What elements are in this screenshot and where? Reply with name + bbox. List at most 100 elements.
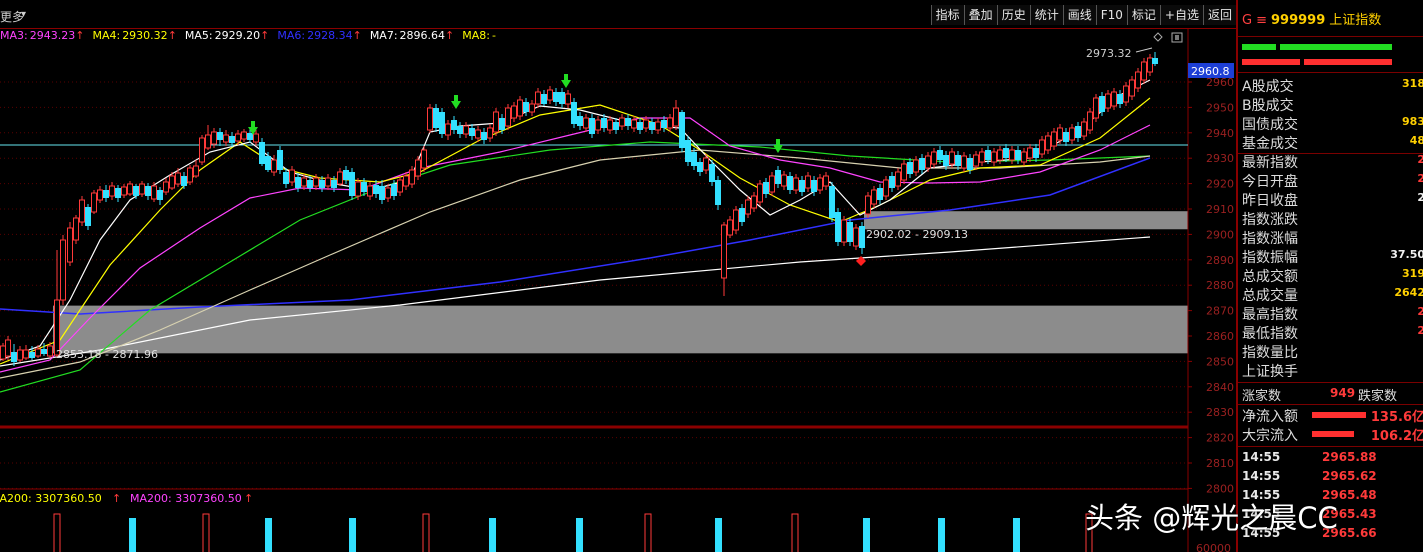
candle-body — [193, 165, 199, 177]
kline-chart[interactable]: 2960295029402930292029102900289028802870… — [0, 0, 1236, 552]
stat-row: 总成交量 2642 — [1242, 285, 1423, 304]
stat-label: 最高指数 — [1242, 307, 1298, 323]
tick-time: 14:55 — [1242, 526, 1281, 540]
stat-row: B股成交 — [1242, 95, 1423, 114]
toolbar-button[interactable]: 返回 — [1202, 5, 1236, 25]
candle-body — [745, 199, 751, 215]
candle-body — [1081, 121, 1087, 137]
candle-body — [883, 179, 889, 197]
candle-body — [931, 151, 937, 165]
price-axis-label: 2810 — [1206, 457, 1234, 470]
toolbar-button[interactable]: 画线 — [1062, 5, 1096, 25]
candle-body — [1123, 85, 1129, 103]
candle-body — [1069, 127, 1075, 141]
up-arrow-icon: ↑ — [112, 492, 121, 505]
candle-body — [739, 208, 745, 222]
stat-label: 今日开盘 — [1242, 174, 1298, 190]
up-arrow-icon: ↑ — [445, 29, 455, 42]
ma-legend-item: MA4: 2930.32↑ — [92, 29, 176, 42]
candle-body — [1087, 111, 1093, 131]
price-axis-label: 2840 — [1206, 381, 1234, 394]
candle-body — [793, 177, 799, 191]
candle-body — [481, 132, 487, 140]
toolbar-button[interactable]: 历史 — [996, 5, 1030, 25]
candle-body — [829, 186, 835, 218]
price-axis-label: 2870 — [1206, 305, 1234, 318]
candle-body — [727, 219, 733, 236]
candle-body — [979, 151, 985, 163]
candle-body — [697, 162, 703, 172]
candle-body — [289, 169, 295, 183]
candle-body — [235, 133, 241, 142]
flag-icon[interactable]: G — [1242, 13, 1252, 28]
stat-value: 983 — [1402, 115, 1423, 128]
candle-body — [361, 182, 367, 192]
candle-body — [325, 177, 331, 187]
candle-body — [469, 128, 475, 136]
ma-legend-item: MA5: 2929.20↑ — [185, 29, 269, 42]
candle-body — [625, 118, 631, 126]
down-arrow-icon — [251, 121, 255, 127]
security-code: 999999 — [1270, 13, 1326, 28]
ma-label: MA4: — [92, 29, 121, 42]
price-axis-label: 2880 — [1206, 279, 1234, 292]
leader-line — [1135, 47, 1153, 53]
candle-body — [205, 134, 211, 149]
candle-body — [955, 155, 961, 166]
candle-body — [1033, 148, 1039, 158]
candle-body — [1075, 126, 1081, 138]
candle-body — [457, 126, 463, 134]
candle-body — [649, 122, 655, 130]
candle-body — [991, 151, 997, 163]
toolbar-button[interactable]: 标记 — [1126, 5, 1160, 25]
volume-bar — [489, 518, 496, 552]
candle-body — [835, 212, 841, 242]
candle-body — [403, 175, 409, 187]
toolbar-button[interactable]: 统计 — [1029, 5, 1063, 25]
toolbar-button[interactable]: F10 — [1095, 5, 1127, 25]
candle-body — [823, 175, 829, 187]
tick-row: 14:55 2965.48 — [1242, 488, 1423, 503]
candle-body — [17, 349, 23, 361]
candle-body — [847, 222, 853, 242]
ma-label: MA7: — [369, 29, 398, 42]
candle-body — [41, 349, 47, 354]
candle-body — [721, 224, 727, 279]
toolbar-button[interactable]: 叠加 — [963, 5, 997, 25]
price-axis-label: 2910 — [1206, 203, 1234, 216]
stat-row: 最高指数 2 — [1242, 304, 1423, 323]
volume-bar — [129, 518, 136, 552]
toolbar-button[interactable]: +自选 — [1159, 5, 1203, 25]
candle-body — [787, 176, 793, 190]
candle-body — [691, 152, 697, 166]
candle-body — [73, 217, 79, 241]
chevron-down-icon[interactable]: ▾ — [21, 9, 26, 20]
stat-value: 2 — [1417, 324, 1423, 337]
stat-value: 48 — [1409, 134, 1423, 147]
flow-value: 106.2亿 — [1370, 429, 1423, 444]
candle-body — [949, 151, 955, 165]
stat-row: 指数涨跌 — [1242, 209, 1423, 228]
candle-body — [769, 175, 775, 193]
volume-bar — [863, 518, 870, 552]
candle-body — [475, 129, 481, 139]
candle-body — [1015, 150, 1021, 160]
candle-body — [541, 94, 547, 104]
price-axis-label: 2940 — [1206, 127, 1234, 140]
candle-body — [763, 182, 769, 194]
candle-body — [199, 137, 205, 163]
candle-body — [103, 190, 109, 198]
candle-body — [517, 99, 523, 117]
candle-body — [439, 112, 445, 134]
candle-body — [499, 118, 505, 130]
ma-legend-item: MA7: 2896.64↑ — [370, 29, 454, 42]
tick-price: 2965.66 — [1322, 526, 1377, 540]
toolbar-button[interactable]: 指标 — [930, 5, 964, 25]
menu-icon[interactable]: ≡ — [1256, 13, 1267, 28]
chart-toolbar: 更多 ▾ 指标 叠加 历史 统计 画线 F10 标记 +自选 返回 — [0, 0, 1236, 29]
high-price-label: 2973.32 — [1086, 47, 1132, 60]
stat-value: 2 — [1417, 191, 1423, 204]
candle-body — [169, 175, 175, 189]
candle-body — [1057, 127, 1063, 141]
candle-body — [109, 185, 115, 197]
